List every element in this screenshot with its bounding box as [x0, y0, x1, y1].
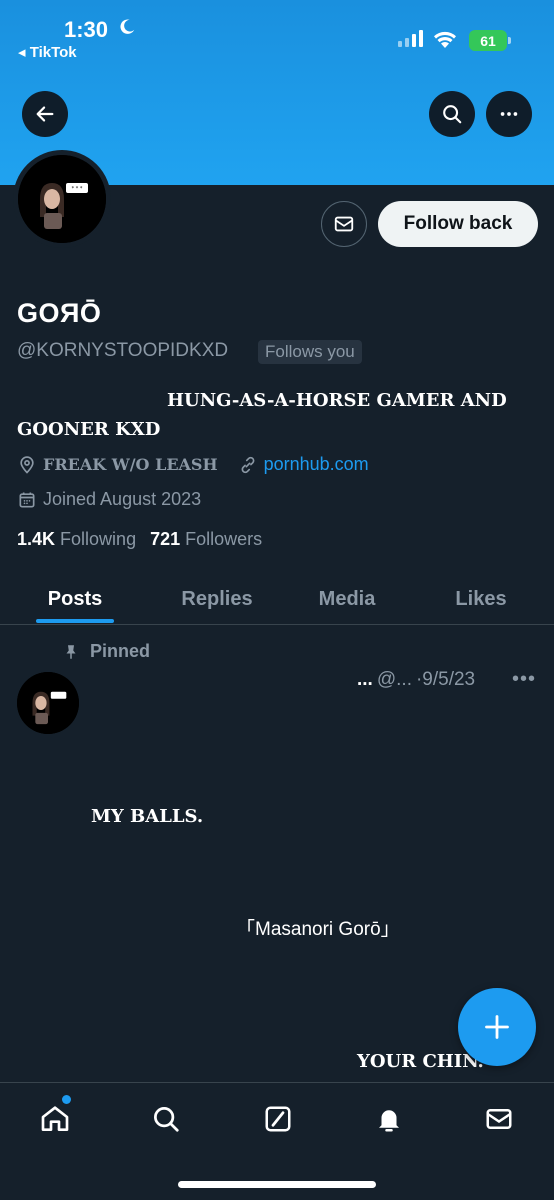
nav-search[interactable] — [146, 1099, 186, 1139]
signal-icon — [398, 30, 423, 47]
moon-icon — [120, 19, 135, 34]
following-link[interactable]: 1.4K Following — [17, 529, 136, 550]
post-more-button[interactable]: ••• — [512, 668, 536, 691]
post-author-handle: @... — [376, 669, 412, 690]
status-time: 1:30 — [64, 17, 109, 42]
tab-media[interactable]: Media — [292, 573, 402, 625]
home-notification-dot — [62, 1095, 71, 1104]
more-options-button[interactable] — [486, 91, 532, 137]
back-button[interactable] — [22, 91, 68, 137]
profile-meta-row: FREAK W/O LEASH pornhub.com — [17, 454, 369, 475]
calendar-icon — [19, 492, 35, 507]
battery-indicator: 61 — [469, 30, 511, 51]
tab-posts[interactable]: Posts — [20, 573, 130, 625]
post-header: ... @... ·9/5/23 — [357, 669, 475, 691]
more-icon — [500, 112, 518, 116]
profile-bio: HUNG-AS-A-HORSE GAMER AND GOONER KXD — [17, 386, 537, 444]
pinned-indicator: Pinned — [62, 641, 150, 662]
svg-text:* * *: * * * — [72, 186, 83, 192]
following-label: Following — [60, 529, 137, 549]
followers-label: Followers — [185, 529, 263, 549]
followers-link[interactable]: 721 Followers — [150, 529, 262, 550]
back-arrow-icon — [36, 106, 54, 122]
joined-date: Joined August 2023 — [43, 489, 202, 509]
bio-line-1: HUNG-AS-A-HORSE GAMER AND — [167, 390, 507, 411]
follow-back-button[interactable]: Follow back — [378, 201, 538, 247]
compose-post-button[interactable] — [458, 988, 536, 1066]
bio-line-2: GOONER KXD — [17, 419, 161, 440]
nav-notifications[interactable] — [369, 1099, 409, 1139]
location-pin-icon — [20, 455, 34, 474]
back-to-app-link[interactable]: ◂ TikTok — [18, 43, 77, 61]
wifi-icon — [434, 31, 456, 48]
search-icon — [443, 105, 462, 124]
profile-website-link[interactable]: pornhub.com — [264, 454, 369, 475]
pinned-label: Pinned — [90, 641, 151, 661]
post-text-line: MY BALLS. — [91, 806, 204, 827]
profile-location: FREAK W/O LEASH — [43, 455, 218, 474]
following-count: 1.4K — [17, 529, 56, 549]
post-author-name[interactable]: ... — [357, 669, 373, 691]
post-author-avatar[interactable] — [17, 672, 79, 734]
nav-home[interactable] — [35, 1099, 75, 1139]
profile-handle: @KORNYSTOOPIDKXD — [17, 340, 229, 361]
avatar-illustration-icon — [17, 672, 79, 734]
home-indicator[interactable] — [178, 1181, 376, 1188]
battery-level: 61 — [480, 32, 496, 49]
avatar-illustration-icon: * * * — [18, 155, 106, 243]
profile-avatar[interactable]: * * * — [13, 150, 111, 248]
joined-row: Joined August 2023 — [17, 489, 201, 510]
tab-likes[interactable]: Likes — [426, 573, 536, 625]
pin-icon — [66, 644, 76, 659]
display-name: GOЯŌ — [17, 298, 102, 328]
bell-icon — [379, 1110, 399, 1132]
compose-icon — [265, 1106, 291, 1132]
mail-icon — [334, 216, 354, 232]
nav-grok[interactable] — [258, 1099, 298, 1139]
nav-messages[interactable] — [479, 1099, 519, 1139]
search-icon — [154, 1107, 179, 1132]
post-date[interactable]: ·9/5/23 — [416, 669, 475, 691]
active-tab-indicator — [36, 619, 114, 623]
post-text-line: YOUR CHIN. — [357, 1051, 484, 1072]
message-button[interactable] — [321, 201, 367, 247]
home-icon — [41, 1106, 69, 1131]
follow-counts: 1.4K Following 721 Followers — [17, 529, 262, 550]
follows-you-badge: Follows you — [258, 340, 362, 364]
mail-icon — [486, 1109, 512, 1129]
post-text-line: 「Masanori Gorō」 — [236, 919, 400, 940]
link-icon — [241, 456, 255, 473]
plus-icon — [485, 1015, 509, 1039]
followers-count: 721 — [150, 529, 181, 549]
profile-tabs: Posts Replies Media Likes — [0, 573, 554, 625]
search-button[interactable] — [429, 91, 475, 137]
tab-replies[interactable]: Replies — [162, 573, 272, 625]
